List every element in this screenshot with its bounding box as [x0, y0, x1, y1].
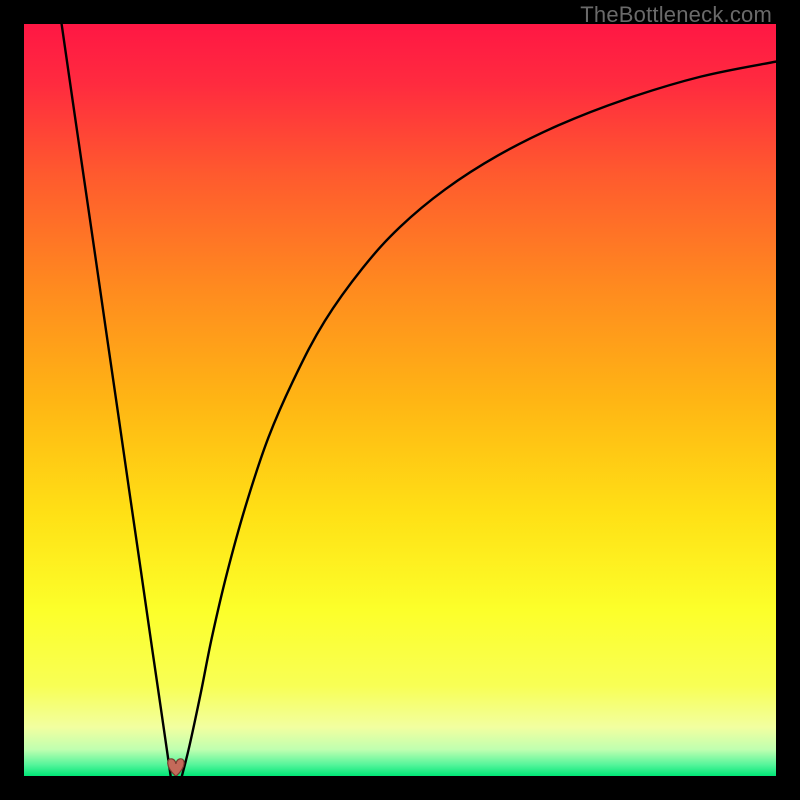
gradient-plot	[24, 24, 776, 776]
chart-frame	[24, 24, 776, 776]
watermark-text: TheBottleneck.com	[580, 2, 772, 28]
plot-area	[24, 24, 776, 776]
background-gradient	[24, 24, 776, 776]
